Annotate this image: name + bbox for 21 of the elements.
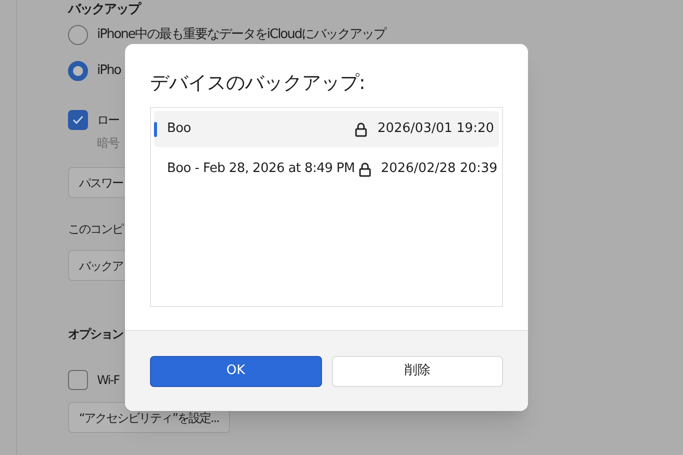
radio-label: iPhone中の最も重要なデータをiCloudにバックアップ xyxy=(97,26,386,44)
backup-date: 2026/03/01 19:20 xyxy=(377,120,494,138)
backup-row[interactable]: Boo 2026/03/01 19:20 xyxy=(154,111,499,147)
checkbox[interactable] xyxy=(68,110,88,130)
radio-label: iPho xyxy=(97,62,121,80)
checkbox-label: Wi-F xyxy=(97,372,120,389)
ok-button[interactable]: OK xyxy=(150,356,322,386)
checkbox-label: ロー xyxy=(97,112,119,129)
backup-name: Boo - Feb 28, 2026 at 8:49 PM xyxy=(167,160,355,178)
radio-button[interactable] xyxy=(68,25,88,45)
checkbox[interactable] xyxy=(68,370,88,390)
hint-text: 暗号 xyxy=(97,135,119,152)
radio-button[interactable] xyxy=(68,61,88,81)
dialog-title: デバイスのバックアップ: xyxy=(150,71,366,96)
section-heading: バックアップ xyxy=(68,2,140,18)
section-label: このコンピ xyxy=(68,221,123,238)
backup-date: 2026/02/28 20:39 xyxy=(380,160,498,178)
delete-button[interactable]: 削除 xyxy=(332,356,503,386)
backup-name: Boo xyxy=(167,120,192,138)
checkmark-icon xyxy=(72,115,84,125)
section-heading: オプション xyxy=(68,326,123,343)
